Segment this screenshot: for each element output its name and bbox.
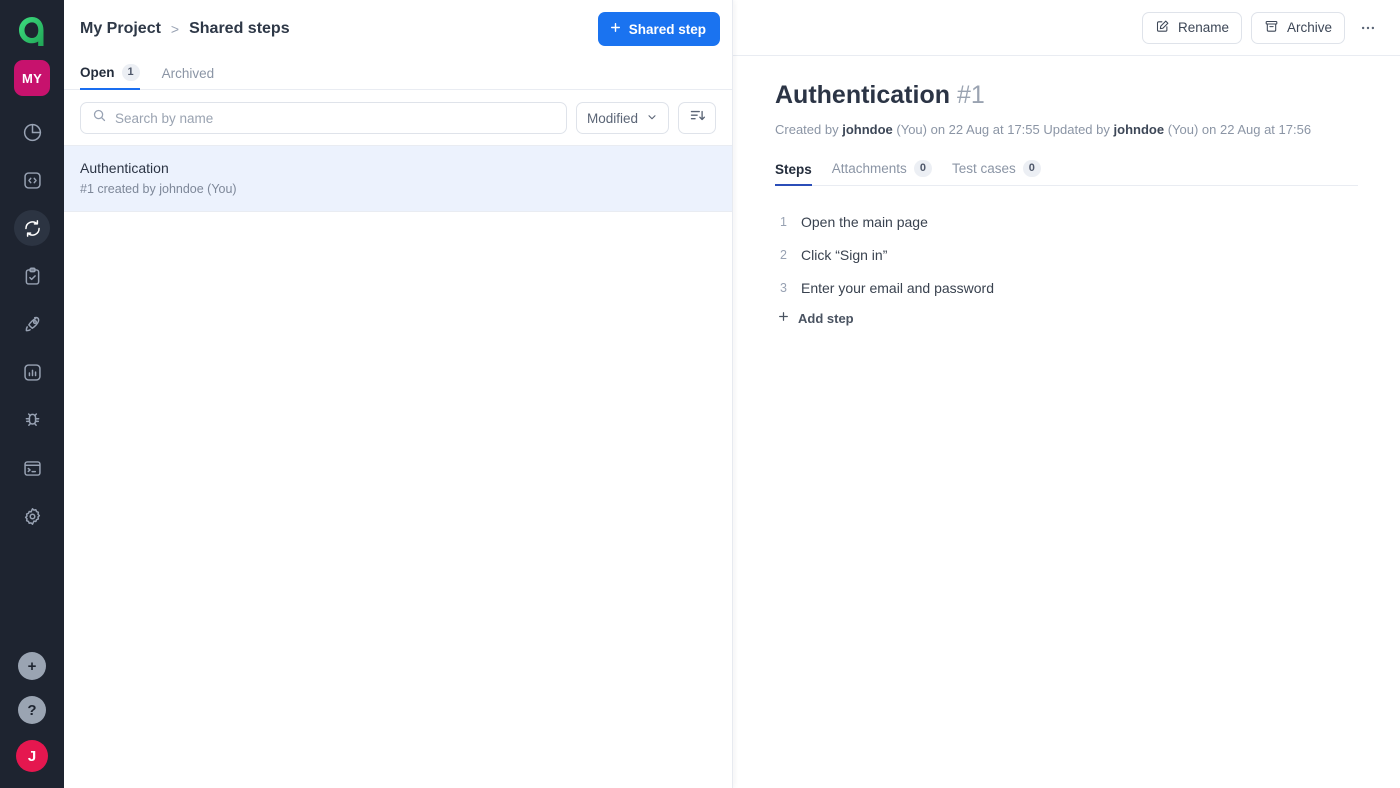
list-item-subtitle: #1 created by johndoe (You) [80, 182, 237, 196]
code-brackets-icon [22, 170, 43, 191]
step-number: 2 [780, 248, 787, 262]
search-icon [92, 108, 107, 128]
tab-test-cases-count: 0 [1022, 160, 1041, 177]
step-row[interactable]: 3 Enter your email and password [775, 274, 1400, 307]
tab-test-cases-label: Test cases [951, 161, 1016, 176]
meta-created-user: johndoe [842, 122, 893, 137]
ellipsis-horizontal-icon[interactable] [1354, 14, 1382, 42]
meta-updated-prefix: Updated by [1043, 122, 1110, 137]
plus-circle-icon[interactable]: + [18, 652, 46, 680]
gear-icon [22, 506, 43, 527]
sort-descending-icon [689, 107, 706, 129]
step-text: Open the main page [801, 214, 928, 230]
sidebar-item-defects[interactable] [14, 402, 50, 438]
breadcrumb: My Project > Shared steps Shared step [64, 0, 732, 58]
add-step-button[interactable]: Add step [777, 310, 854, 326]
search-box[interactable] [80, 102, 567, 134]
avatar[interactable]: J [16, 740, 48, 772]
sidebar-item-terminal[interactable] [14, 450, 50, 486]
sort-field-select[interactable]: Modified [575, 102, 669, 134]
sidebar-item-reports[interactable] [14, 354, 50, 390]
meta-updated-suffix: (You) on 22 Aug at 17:56 [1167, 122, 1312, 137]
rename-button[interactable]: Rename [1141, 11, 1242, 44]
sidebar-item-releases[interactable] [14, 306, 50, 342]
bar-chart-icon [22, 362, 43, 383]
detail-toolbar: Rename Archive [733, 0, 1400, 56]
detail-meta: Created by johndoe (You) on 22 Aug at 17… [775, 121, 1400, 139]
steps-list: 1 Open the main page 2 Click “Sign in” 3… [775, 208, 1400, 328]
filters-row: Modified [64, 90, 732, 146]
tab-open-label: Open [80, 65, 115, 80]
archive-box-icon [1264, 19, 1279, 37]
step-row[interactable]: 1 Open the main page [775, 208, 1400, 241]
archive-button[interactable]: Archive [1250, 11, 1345, 44]
pencil-square-icon [1155, 19, 1170, 37]
add-shared-step-button[interactable]: Shared step [597, 12, 720, 46]
tab-attachments-label: Attachments [831, 161, 907, 176]
sidebar-item-dashboard[interactable] [14, 114, 50, 150]
sidebar-item-test-runs[interactable] [14, 258, 50, 294]
terminal-icon [22, 458, 43, 479]
sort-direction-button[interactable] [678, 102, 716, 134]
clipboard-check-icon [22, 266, 43, 287]
rocket-icon [22, 314, 43, 335]
step-number: 3 [780, 281, 787, 295]
step-row[interactable]: 2 Click “Sign in” [775, 241, 1400, 274]
detail-title: Authentication #1 [775, 80, 1400, 110]
question-circle-icon[interactable]: ? [18, 696, 46, 724]
tab-open-count: 1 [121, 64, 140, 81]
shared-steps-list-panel: My Project > Shared steps Shared step Op… [64, 0, 733, 788]
detail-title-number: #1 [956, 81, 985, 109]
sidebar-item-shared-steps[interactable] [14, 210, 50, 246]
step-number: 1 [780, 215, 787, 229]
sidebar-item-settings[interactable] [14, 498, 50, 534]
add-step-label: Add step [798, 310, 854, 326]
rail-nav [14, 114, 50, 534]
app-logo-a-icon[interactable] [10, 10, 54, 54]
plus-icon [777, 310, 790, 326]
plus-icon [609, 21, 622, 37]
breadcrumb-project[interactable]: My Project [80, 20, 161, 38]
add-shared-step-label: Shared step [628, 21, 706, 37]
left-rail: MY + ? J [0, 0, 64, 788]
breadcrumb-separator-icon: > [170, 21, 180, 37]
list-tabs: Open 1 Archived [64, 58, 732, 90]
page-title: Shared steps [189, 20, 290, 37]
tab-open[interactable]: Open 1 [80, 64, 140, 90]
meta-created-prefix: Created by [775, 122, 839, 137]
app-root: MY + ? J My Project > Shared steps Share… [0, 0, 1400, 788]
tab-archived[interactable]: Archived [162, 66, 215, 90]
list-item[interactable]: Authentication #1 created by johndoe (Yo… [64, 145, 732, 212]
tab-attachments[interactable]: Attachments 0 [832, 160, 932, 186]
detail-tabs: Steps Attachments 0 Test cases 0 [775, 158, 1358, 186]
tab-test-cases[interactable]: Test cases 0 [952, 160, 1041, 186]
meta-updated-user: johndoe [1113, 122, 1165, 137]
detail-title-text: Authentication [775, 81, 950, 109]
step-text: Click “Sign in” [801, 247, 888, 263]
tab-steps-label: Steps [775, 162, 812, 177]
step-text: Enter your email and password [801, 280, 994, 296]
rename-label: Rename [1177, 20, 1229, 35]
tab-archived-label: Archived [161, 66, 215, 81]
pie-chart-icon [22, 122, 43, 143]
detail-body: Authentication #1 Created by johndoe (Yo… [733, 56, 1400, 328]
list-item-title: Authentication [80, 160, 169, 176]
shared-steps-list: Authentication #1 created by johndoe (Yo… [64, 145, 732, 212]
sort-field-value: Modified [586, 110, 638, 126]
search-input[interactable] [115, 110, 555, 126]
rail-bottom: + ? J [0, 652, 64, 772]
tab-attachments-count: 0 [913, 160, 932, 177]
workspace-avatar[interactable]: MY [14, 60, 50, 96]
shared-step-detail-panel: Rename Archive Authentication #1 Created… [733, 0, 1400, 788]
chevron-down-icon [646, 111, 658, 126]
sync-arrows-icon [22, 218, 43, 239]
sidebar-item-code[interactable] [14, 162, 50, 198]
meta-created-suffix: (You) on 22 Aug at 17:55 [896, 122, 1040, 137]
archive-label: Archive [1286, 20, 1332, 35]
bug-icon [22, 410, 43, 431]
tab-steps[interactable]: Steps [775, 162, 812, 186]
